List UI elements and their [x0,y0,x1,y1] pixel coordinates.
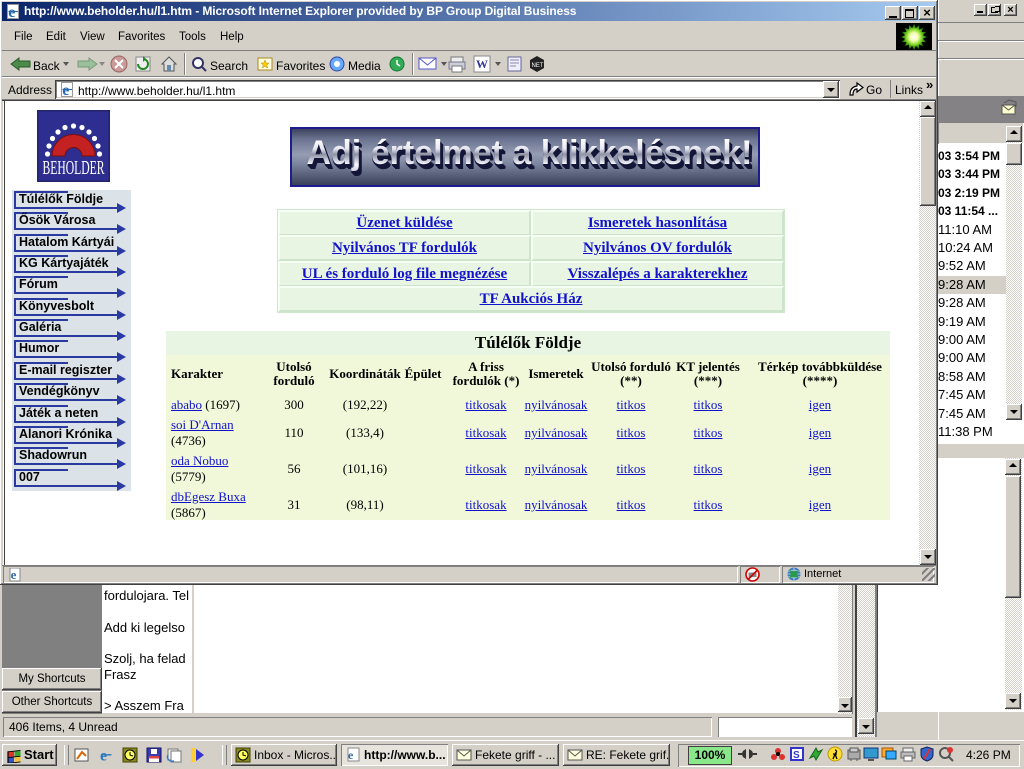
svg-text:S: S [793,750,800,761]
svg-text:e: e [11,568,17,582]
svg-text:W: W [476,57,488,71]
svg-text:BEHOLDER: BEHOLDER [43,158,105,180]
svg-text:NET: NET [532,63,544,69]
svg-text:e: e [348,748,354,762]
